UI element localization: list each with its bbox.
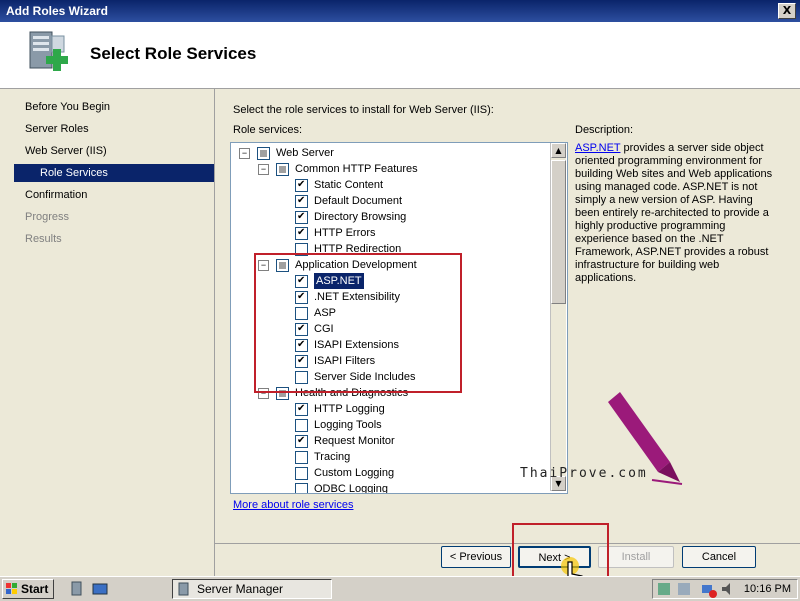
checkbox[interactable]	[295, 227, 308, 240]
collapse-icon[interactable]: −	[258, 164, 269, 175]
checkbox[interactable]	[295, 435, 308, 448]
tree-row-label: ODBC Logging	[314, 483, 388, 494]
description-text: ASP.NET provides a server side object or…	[575, 142, 773, 284]
instruction-text: Select the role services to install for …	[233, 104, 494, 116]
checkbox[interactable]	[276, 163, 289, 176]
tree-row-label: Logging Tools	[314, 419, 382, 431]
start-label: Start	[21, 582, 49, 596]
tree-row-label: Tracing	[314, 451, 351, 463]
nav-item-confirmation[interactable]: Confirmation	[14, 186, 214, 204]
tree-row[interactable]: ODBC Logging	[231, 481, 551, 494]
tree-row-label: Directory Browsing	[314, 211, 407, 223]
tree-row[interactable]: HTTP Errors	[231, 225, 551, 241]
nav-item-server-roles[interactable]: Server Roles	[14, 120, 214, 138]
tree-row-label: HTTP Logging	[314, 403, 385, 415]
checkbox[interactable]	[295, 451, 308, 464]
tray-icon-1[interactable]	[657, 582, 671, 596]
system-tray: 10:16 PM	[652, 579, 798, 599]
checkbox[interactable]	[295, 195, 308, 208]
title-bar[interactable]: Add Roles Wizard X	[0, 0, 800, 22]
collapse-icon[interactable]: −	[239, 148, 250, 159]
checkbox[interactable]	[295, 419, 308, 432]
nav-item-results: Results	[25, 233, 62, 245]
tree-row[interactable]: Custom Logging	[231, 465, 551, 481]
description-link[interactable]: ASP.NET	[575, 142, 620, 154]
tray-icon-2[interactable]	[677, 582, 691, 596]
clock: 10:16 PM	[743, 583, 791, 595]
nav-item-before-you-begin[interactable]: Before You Begin	[14, 98, 214, 116]
tree-row[interactable]: HTTP Logging	[231, 401, 551, 417]
tree-row-label: Custom Logging	[314, 467, 395, 479]
close-button[interactable]: X	[778, 3, 796, 19]
taskbar-item-server-manager[interactable]: Server Manager	[172, 579, 332, 599]
scroll-thumb[interactable]	[551, 160, 566, 304]
previous-button[interactable]: < Previous	[441, 546, 511, 568]
more-about-role-services-link[interactable]: More about role services	[233, 499, 353, 511]
page-title: Select Role Services	[90, 44, 257, 63]
nav-item-progress: Progress	[25, 211, 70, 223]
tree-row[interactable]: Tracing	[231, 449, 551, 465]
checkbox[interactable]	[295, 483, 308, 493]
tree-row-label: Static Content	[314, 179, 384, 191]
windows-logo-icon	[6, 583, 17, 594]
nav-item-web-server[interactable]: Web Server (IIS)	[14, 142, 214, 160]
taskbar: Start Server Manager 10:16 PM	[0, 576, 800, 601]
tree-row[interactable]: Logging Tools	[231, 417, 551, 433]
tree-scrollbar[interactable]: ▲ ▼	[550, 143, 566, 491]
checkbox[interactable]	[295, 179, 308, 192]
checkbox[interactable]	[295, 211, 308, 224]
server-manager-quicklaunch-icon[interactable]	[70, 581, 86, 597]
volume-icon[interactable]	[721, 582, 735, 596]
server-manager-icon	[178, 582, 189, 596]
nav-divider	[214, 88, 215, 576]
tree-row[interactable]: Directory Browsing	[231, 209, 551, 225]
tree-row-label: HTTP Errors	[314, 227, 376, 239]
role-services-label: Role services:	[233, 124, 303, 136]
tree-row[interactable]: Static Content	[231, 177, 551, 193]
checkbox[interactable]	[257, 147, 270, 160]
install-button: Install	[598, 546, 674, 568]
tree-row-label: Common HTTP Features	[295, 163, 418, 175]
nav-item-role-services[interactable]: Role Services	[14, 164, 214, 182]
wizard-header: Select Role Services	[0, 22, 800, 89]
window-title: Add Roles Wizard	[6, 4, 108, 18]
tree-row-label: Web Server	[276, 147, 334, 159]
server-add-icon	[29, 31, 68, 71]
tree-row-label: Default Document	[314, 195, 403, 207]
cancel-button[interactable]: Cancel	[682, 546, 756, 568]
tree-row[interactable]: Request Monitor	[231, 433, 551, 449]
scroll-up-icon[interactable]: ▲	[551, 143, 566, 158]
tree-row[interactable]: Default Document	[231, 193, 551, 209]
start-button[interactable]: Start	[2, 579, 54, 599]
network-icon[interactable]	[701, 582, 717, 598]
show-desktop-icon[interactable]	[92, 581, 108, 597]
tree-row-label: Request Monitor	[314, 435, 395, 447]
tree-row[interactable]: − Common HTTP Features	[231, 161, 551, 177]
checkbox[interactable]	[295, 467, 308, 480]
task-label: Server Manager	[197, 582, 284, 596]
description-label: Description:	[575, 124, 634, 136]
tree-row[interactable]: − Web Server	[231, 145, 551, 161]
watermark: ThaiProve.com	[520, 466, 648, 481]
highlight-box-application-development	[254, 253, 462, 393]
checkbox[interactable]	[295, 403, 308, 416]
